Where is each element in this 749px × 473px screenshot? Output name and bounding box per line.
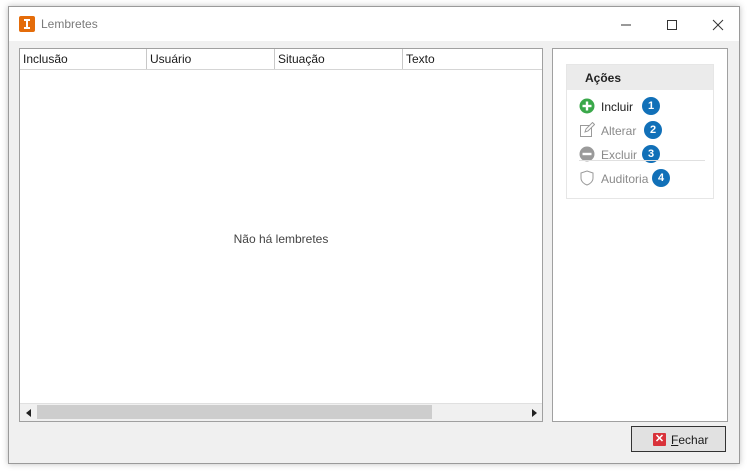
column-header-usuario[interactable]: Usuário (147, 49, 275, 69)
action-label-alterar: Alterar (601, 124, 637, 138)
action-alterar[interactable]: Alterar 2 (579, 121, 709, 141)
maximize-button[interactable] (649, 7, 695, 41)
close-x-icon: ✕ (653, 433, 666, 446)
action-excluir[interactable]: Excluir 3 (579, 145, 709, 165)
title-bar: Lembretes (9, 7, 739, 41)
fechar-button[interactable]: ✕ Fechar (631, 426, 726, 452)
actions-panel: Ações Incluir 1 Alterar 2 Excluir 3 Audi… (552, 48, 728, 422)
grid-header: Inclusão Usuário Situação Texto (20, 49, 542, 70)
actions-title: Ações (585, 71, 622, 85)
minimize-button[interactable] (603, 7, 649, 41)
app-logo-icon (19, 16, 35, 32)
close-icon (712, 19, 724, 31)
actions-header: Ações (567, 65, 713, 90)
edit-icon (580, 122, 595, 137)
action-incluir[interactable]: Incluir 1 (579, 97, 709, 117)
column-header-texto[interactable]: Texto (403, 49, 542, 69)
fechar-label: Fechar (671, 433, 709, 447)
scroll-right-button[interactable] (525, 404, 542, 421)
arrow-right-icon (531, 408, 537, 417)
action-badge-1: 1 (642, 97, 660, 115)
arrow-left-icon (25, 408, 31, 417)
maximize-icon (667, 20, 677, 31)
window-title: Lembretes (41, 17, 98, 31)
add-circle-icon (579, 98, 595, 114)
lembretes-window: Lembretes Inclusão Usuário Situação Text… (8, 6, 740, 464)
shield-icon (580, 170, 594, 186)
action-badge-4: 4 (652, 169, 670, 187)
reminders-grid[interactable]: Inclusão Usuário Situação Texto Não há l… (19, 48, 543, 422)
action-label-incluir: Incluir (601, 100, 634, 114)
action-auditoria[interactable]: Auditoria 4 (579, 169, 709, 189)
empty-message: Não há lembretes (233, 232, 329, 246)
minimize-icon (621, 24, 631, 26)
scroll-left-button[interactable] (20, 404, 37, 421)
column-header-situacao[interactable]: Situação (275, 49, 403, 69)
scroll-thumb[interactable] (37, 405, 432, 419)
close-window-button[interactable] (695, 7, 741, 41)
horizontal-scrollbar[interactable] (20, 403, 542, 421)
column-header-inclusao[interactable]: Inclusão (20, 49, 147, 69)
actions-box: Ações Incluir 1 Alterar 2 Excluir 3 Audi… (566, 64, 714, 199)
actions-divider (579, 160, 705, 161)
action-label-auditoria: Auditoria (601, 172, 649, 186)
action-badge-2: 2 (644, 121, 662, 139)
